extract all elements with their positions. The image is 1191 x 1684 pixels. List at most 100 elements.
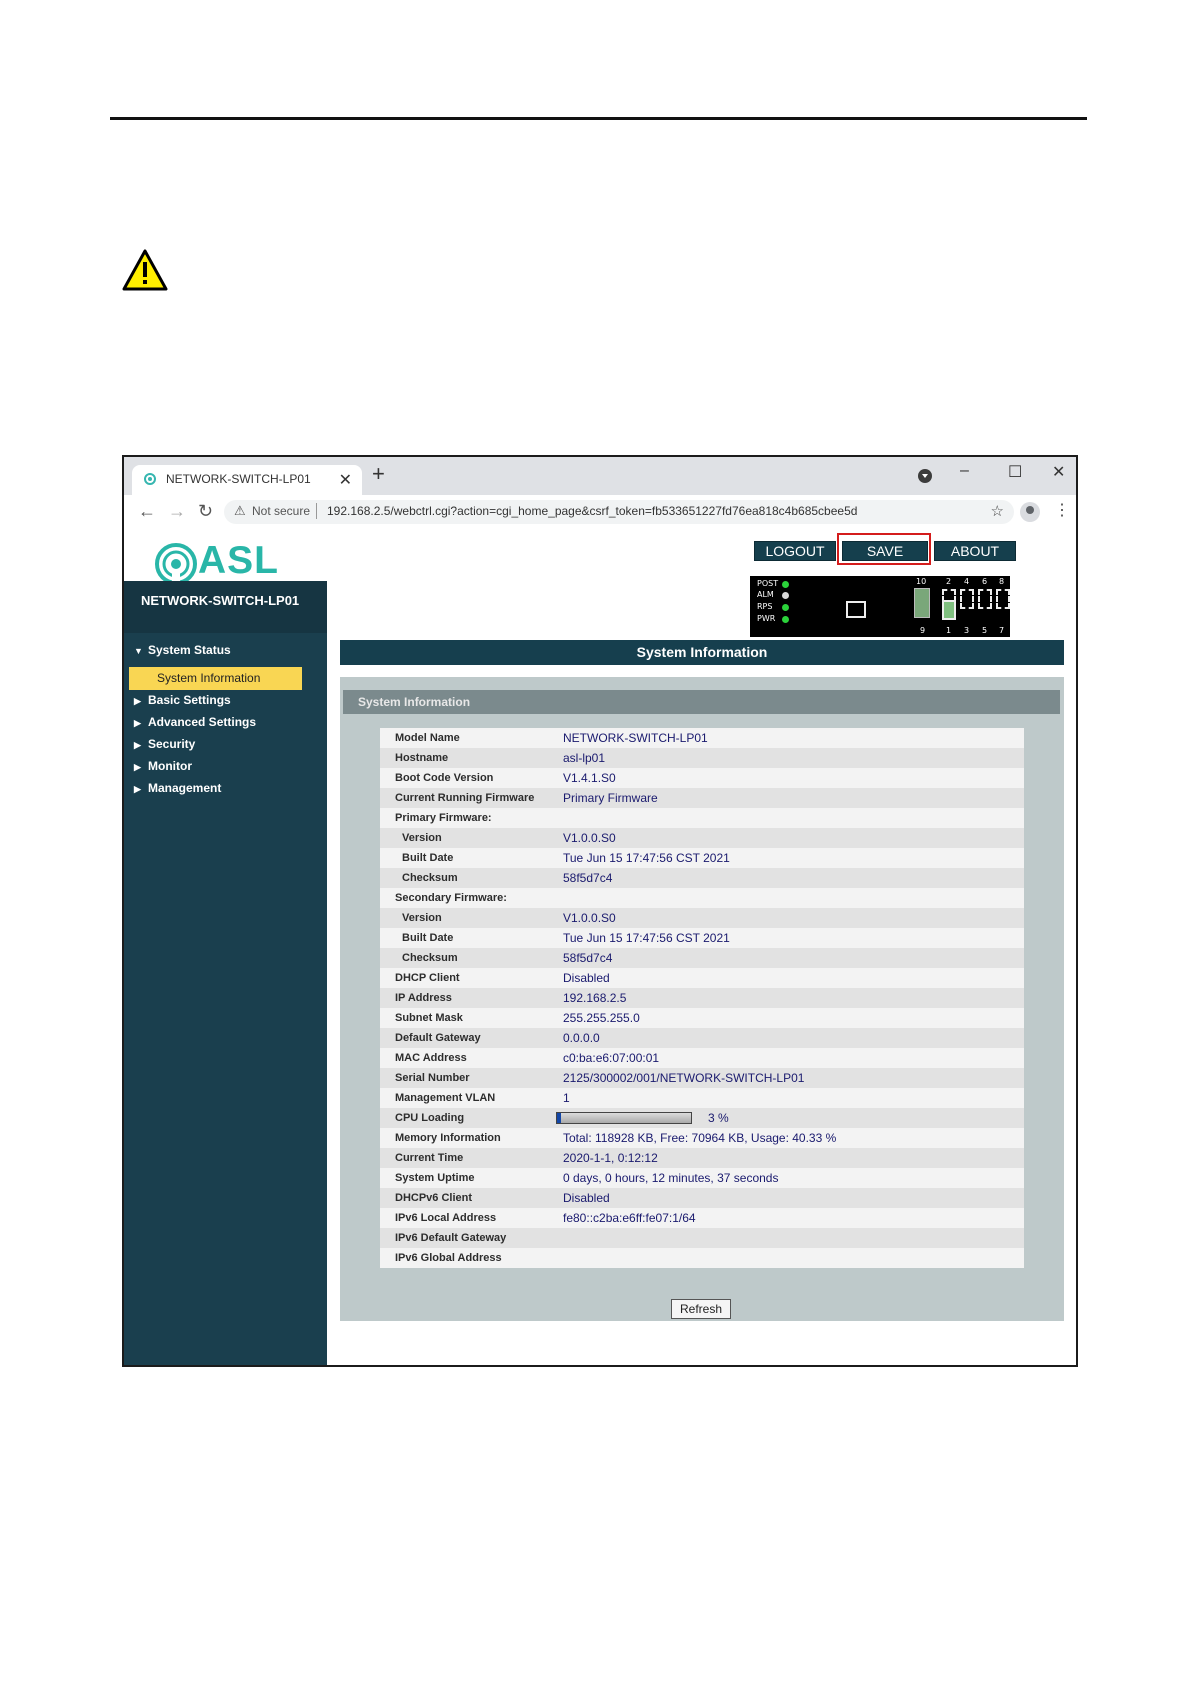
- row-label: Hostname: [395, 752, 449, 764]
- row-label: Default Gateway: [395, 1032, 481, 1044]
- sidebar-item-label: Basic Settings: [148, 693, 231, 707]
- not-secure-icon: ⚠: [234, 503, 246, 518]
- table-row: DHCP Client Disabled: [380, 968, 1024, 988]
- system-info-table: Model Name NETWORK-SWITCH-LP01 Hostname asl…: [380, 728, 1024, 1268]
- close-tab-icon[interactable]: ✕: [339, 470, 352, 490]
- port-label-4: 4: [964, 577, 970, 586]
- row-label: Boot Code Version: [395, 772, 494, 784]
- row-label: IPv6 Global Address: [395, 1252, 502, 1264]
- sidebar-subitem-label: System Information: [157, 671, 261, 685]
- post-led-label: POST: [757, 579, 779, 588]
- address-input[interactable]: ⚠ Not secure 192.168.2.5/webctrl.cgi?act…: [224, 500, 1014, 524]
- cpu-loading-bar: [556, 1112, 692, 1124]
- cpu-loading-bar-fill: [557, 1113, 562, 1123]
- sidebar-item-basic-settings[interactable]: ▶ Basic Settings: [134, 693, 231, 707]
- browser-tab[interactable]: NETWORK-SWITCH-LP01 ✕: [132, 465, 362, 495]
- browser-screenshot: NETWORK-SWITCH-LP01 ✕ + – ☐ ✕ ← → ↻ ⚠ No…: [122, 455, 1078, 1367]
- ethernet-port[interactable]: [960, 589, 974, 609]
- row-value: Primary Firmware: [563, 791, 658, 805]
- table-row: Secondary Firmware:: [380, 888, 1024, 908]
- new-tab-icon[interactable]: +: [372, 461, 385, 487]
- minimize-icon[interactable]: –: [960, 462, 969, 480]
- port-label-2: 2: [946, 577, 952, 586]
- row-label: IP Address: [395, 992, 452, 1004]
- table-row: MAC Address c0:ba:e6:07:00:01: [380, 1048, 1024, 1068]
- table-row: IPv6 Global Address: [380, 1248, 1024, 1268]
- row-value: V1.0.0.S0: [563, 831, 616, 845]
- port-label-3: 3: [964, 626, 970, 635]
- row-label: DHCP Client: [395, 972, 460, 984]
- ethernet-port[interactable]: [978, 589, 992, 609]
- row-value: Disabled: [563, 1191, 610, 1205]
- row-label: Management VLAN: [395, 1092, 496, 1104]
- alm-led: [782, 592, 789, 599]
- bookmark-star-icon[interactable]: ☆: [991, 502, 1004, 520]
- tab-search-icon[interactable]: [918, 469, 932, 483]
- row-value: asl-lp01: [563, 751, 606, 765]
- table-row: Version V1.0.0.S0: [380, 828, 1024, 848]
- table-row: Boot Code Version V1.4.1.S0: [380, 768, 1024, 788]
- about-button[interactable]: ABOUT: [934, 541, 1016, 561]
- row-label: DHCPv6 Client: [395, 1192, 473, 1204]
- window-close-icon[interactable]: ✕: [1052, 462, 1065, 482]
- row-value: 192.168.2.5: [563, 991, 627, 1005]
- rps-led-label: RPS: [757, 602, 773, 611]
- cpu-loading-value: 3 %: [708, 1111, 729, 1125]
- address-bar-row: ← → ↻ ⚠ Not secure 192.168.2.5/webctrl.c…: [124, 495, 1076, 530]
- row-label: Primary Firmware:: [395, 812, 492, 824]
- row-value: fe80::c2ba:e6ff:fe07:1/64: [563, 1211, 696, 1225]
- table-row: Version V1.0.0.S0: [380, 908, 1024, 928]
- row-label: Secondary Firmware:: [395, 892, 507, 904]
- page-title: System Information: [340, 640, 1064, 665]
- sfp-port-top-label: 10: [916, 577, 927, 586]
- table-row: DHCPv6 Client Disabled: [380, 1188, 1024, 1208]
- collapsed-arrow-icon: ▶: [134, 696, 141, 706]
- refresh-button[interactable]: Refresh: [671, 1299, 731, 1319]
- row-label: Checksum: [402, 872, 458, 884]
- console-port-icon: [846, 601, 866, 618]
- logout-button[interactable]: LOGOUT: [754, 541, 836, 561]
- table-row: System Uptime 0 days, 0 hours, 12 minute…: [380, 1168, 1024, 1188]
- port-label-7: 7: [999, 626, 1005, 635]
- tab-title: NETWORK-SWITCH-LP01: [166, 472, 311, 486]
- collapsed-arrow-icon: ▶: [134, 718, 141, 728]
- row-label: Model Name: [395, 732, 460, 744]
- forward-icon[interactable]: →: [168, 501, 186, 522]
- sfp-port-bottom-label: 9: [920, 626, 926, 635]
- pwr-led: [782, 616, 789, 623]
- row-label: Built Date: [402, 932, 454, 944]
- row-label: Version: [402, 832, 442, 844]
- reload-icon[interactable]: ↻: [198, 501, 213, 522]
- post-led: [782, 581, 789, 588]
- sidebar-item-advanced-settings[interactable]: ▶ Advanced Settings: [134, 715, 256, 729]
- sidebar-item-management[interactable]: ▶ Management: [134, 781, 221, 795]
- save-button-highlight: [837, 533, 931, 565]
- browser-menu-icon[interactable]: ⋮: [1054, 500, 1070, 520]
- sidebar-subitem-system-information[interactable]: System Information: [129, 667, 302, 690]
- row-value: 0 days, 0 hours, 12 minutes, 37 seconds: [563, 1171, 779, 1185]
- row-label: MAC Address: [395, 1052, 467, 1064]
- sidebar-item-system-status[interactable]: ▼ System Status: [134, 643, 231, 657]
- table-row: Current Time 2020-1-1, 0:12:12: [380, 1148, 1024, 1168]
- table-row: Built Date Tue Jun 15 17:47:56 CST 2021: [380, 928, 1024, 948]
- sidebar-item-monitor[interactable]: ▶ Monitor: [134, 759, 192, 773]
- maximize-icon[interactable]: ☐: [1008, 462, 1022, 482]
- row-value: NETWORK-SWITCH-LP01: [563, 731, 708, 745]
- security-label: Not secure: [252, 504, 311, 518]
- row-label: Subnet Mask: [395, 1012, 463, 1024]
- table-row: Memory Information Total: 118928 KB, Free…: [380, 1128, 1024, 1148]
- profile-icon[interactable]: [1020, 502, 1040, 522]
- table-row: Model Name NETWORK-SWITCH-LP01: [380, 728, 1024, 748]
- ethernet-port[interactable]: [996, 589, 1010, 609]
- table-row: Primary Firmware:: [380, 808, 1024, 828]
- row-label: System Uptime: [395, 1172, 475, 1184]
- row-label: IPv6 Default Gateway: [395, 1232, 507, 1244]
- row-value: 0.0.0.0: [563, 1031, 600, 1045]
- sfp-port[interactable]: [914, 588, 930, 618]
- table-row: Checksum 58f5d7c4: [380, 948, 1024, 968]
- ethernet-port-link-up[interactable]: [942, 600, 956, 620]
- back-icon[interactable]: ←: [138, 501, 156, 522]
- row-label: CPU Loading: [395, 1112, 465, 1124]
- table-row: Current Running Firmware Primary Firmware: [380, 788, 1024, 808]
- sidebar-item-security[interactable]: ▶ Security: [134, 737, 195, 751]
